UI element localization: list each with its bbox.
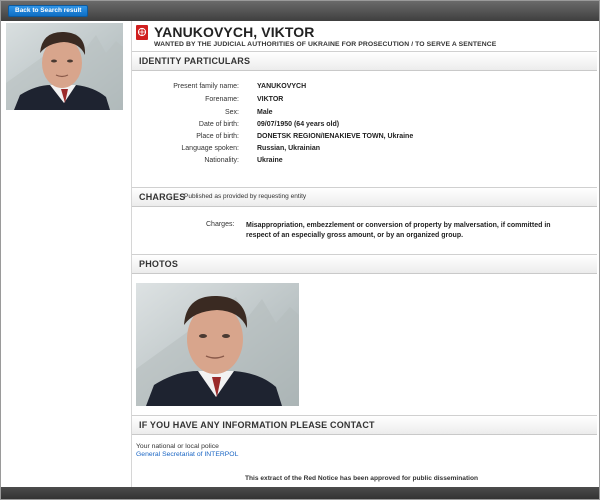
contact-local-police: Your national or local police [136, 443, 219, 450]
field-value: VIKTOR [257, 96, 284, 103]
contact-section-title: IF YOU HAVE ANY INFORMATION PLEASE CONTA… [139, 420, 375, 430]
identity-row: Place of birth: DONETSK REGION/IENAKIEVE… [132, 133, 597, 145]
identity-row: Present family name: YANUKOVYCH [132, 83, 597, 95]
field-label: Nationality: [204, 157, 239, 164]
identity-row: Date of birth: 09/07/1950 (64 years old) [132, 121, 597, 133]
charges-section-title: CHARGES [139, 192, 186, 202]
interpol-secretariat-link[interactable]: General Secretariat of INTERPOL [136, 451, 238, 458]
identity-row: Sex: Male [132, 109, 597, 121]
top-bar: Back to Search result [1, 1, 599, 21]
field-value: Ukraine [257, 157, 283, 164]
portrait-image [6, 23, 123, 110]
field-value: 09/07/1950 (64 years old) [257, 121, 340, 128]
identity-section-title: IDENTITY PARTICULARS [139, 56, 251, 66]
photos-section-header: PHOTOS [132, 254, 597, 274]
wanted-by-subtitle: WANTED BY THE JUDICIAL AUTHORITIES OF UK… [154, 41, 497, 48]
portrait-image [136, 283, 299, 406]
bottom-bar [1, 487, 599, 499]
notice-content: YANUKOVYCH, VIKTOR WANTED BY THE JUDICIA… [131, 21, 597, 487]
profile-photo-large[interactable] [136, 283, 299, 406]
field-label: Place of birth: [196, 133, 239, 140]
back-to-search-button[interactable]: Back to Search result [8, 5, 89, 17]
field-value: Male [257, 109, 273, 116]
contact-section-header: IF YOU HAVE ANY INFORMATION PLEASE CONTA… [132, 415, 597, 435]
field-label: Language spoken: [181, 145, 239, 152]
notice-window: Back to Search result YANUKOVYCH, VIKTOR… [0, 0, 600, 500]
interpol-emblem-icon [136, 25, 148, 40]
charges-section-subtitle: Published as provided by requesting enti… [184, 193, 307, 200]
dissemination-note: This extract of the Red Notice has been … [245, 475, 479, 482]
charges-label: Charges: [206, 221, 235, 228]
field-value: DONETSK REGION/IENAKIEVE TOWN, Ukraine [257, 133, 414, 140]
identity-section-header: IDENTITY PARTICULARS [132, 51, 597, 71]
photos-section-title: PHOTOS [139, 259, 179, 269]
profile-photo-small [6, 23, 123, 110]
field-label: Present family name: [173, 83, 239, 90]
page-title: YANUKOVYCH, VIKTOR [154, 24, 315, 40]
identity-row: Language spoken: Russian, Ukrainian [132, 145, 597, 157]
field-value: YANUKOVYCH [257, 83, 307, 90]
charges-section-header: CHARGES Published as provided by request… [132, 187, 597, 207]
charges-text: Misappropriation, embezzlement or conver… [246, 222, 551, 239]
identity-row: Nationality: Ukraine [132, 157, 597, 169]
notice-header: YANUKOVYCH, VIKTOR WANTED BY THE JUDICIA… [136, 24, 591, 49]
field-value: Russian, Ukrainian [257, 145, 321, 152]
identity-row: Forename: VIKTOR [132, 96, 597, 108]
field-label: Date of birth: [198, 121, 239, 128]
field-label: Forename: [205, 96, 239, 103]
field-label: Sex: [224, 109, 239, 116]
